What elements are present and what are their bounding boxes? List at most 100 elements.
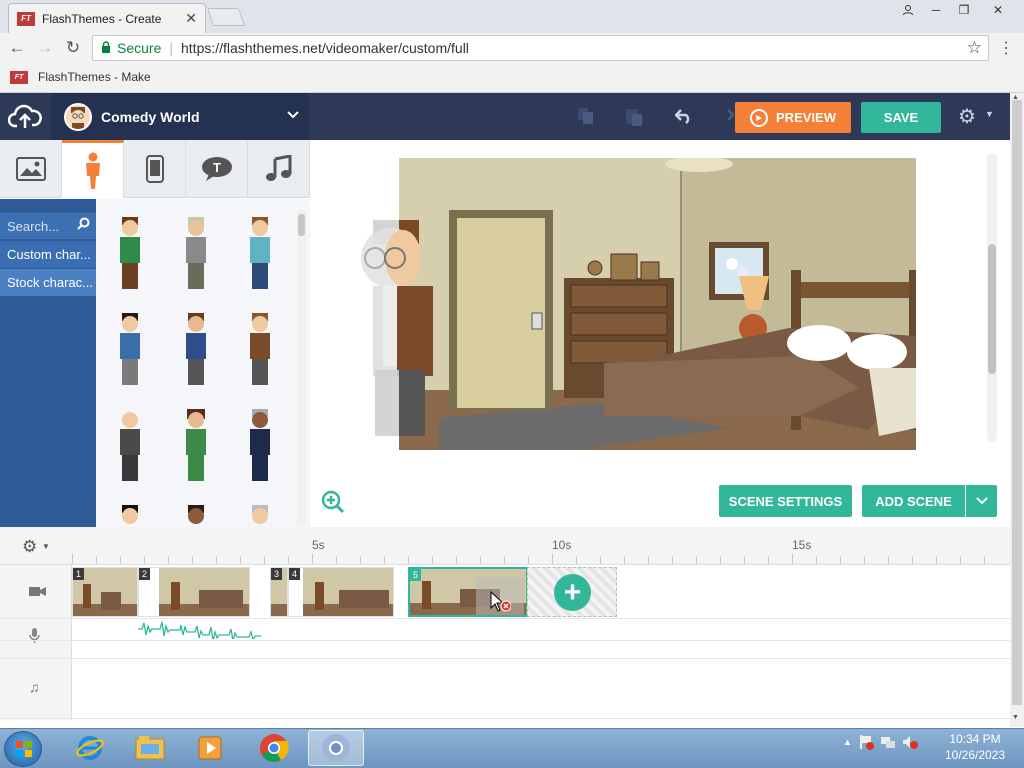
tab-text[interactable]: T (186, 140, 248, 198)
add-scene-dropdown[interactable] (966, 485, 997, 517)
taskbar-item-chrome-active[interactable] (308, 730, 364, 766)
volume-muted-icon[interactable] (902, 734, 918, 750)
timeline-scene[interactable]: 3 (270, 567, 288, 617)
undo-icon[interactable] (672, 105, 696, 127)
character-grid (96, 199, 310, 527)
browser-toolbar: ← → ↻ Secure | https://flashthemes.net/v… (0, 33, 1024, 62)
redo-icon[interactable] (716, 105, 734, 127)
gear-icon[interactable]: ⚙ (22, 537, 37, 557)
theme-selector[interactable]: Comedy World (51, 93, 309, 140)
clock-date: 10/26/2023 (944, 748, 1006, 762)
audio-waveform[interactable] (138, 619, 270, 639)
character-thumbnail (252, 505, 268, 524)
tab-audio[interactable] (248, 140, 310, 198)
internet-explorer-icon (76, 736, 104, 760)
preview-button[interactable]: ▶ PREVIEW (735, 102, 851, 133)
address-separator: | (169, 40, 173, 56)
drag-cursor-icon (490, 591, 511, 612)
ruler-tick (768, 556, 769, 564)
bookmarks-bar: FT FlashThemes - Make (0, 62, 1024, 93)
tab-props[interactable] (124, 140, 186, 198)
phone-icon (145, 155, 164, 183)
timeline-scene[interactable]: 2 (138, 567, 250, 617)
timeline-ruler[interactable] (0, 527, 1010, 565)
network-icon[interactable] (880, 734, 896, 750)
caret-down-icon[interactable]: ▼ (985, 109, 994, 119)
tab-backgrounds[interactable] (0, 140, 62, 198)
save-button[interactable]: SAVE (861, 102, 941, 133)
bookmark-item[interactable]: FlashThemes - Make (38, 70, 151, 84)
copy-icon[interactable] (574, 105, 598, 127)
video-camera-icon (29, 584, 46, 600)
taskbar-item-chrome[interactable] (246, 730, 302, 766)
scene-stage[interactable] (399, 158, 916, 450)
scroll-down-icon[interactable]: ▼ (1012, 714, 1019, 721)
user-icon[interactable] (894, 0, 922, 20)
star-icon[interactable]: ☆ (967, 38, 982, 58)
reload-icon[interactable]: ↻ (62, 37, 84, 59)
paste-icon[interactable] (622, 105, 646, 127)
asset-tabs: T (0, 140, 310, 198)
ruler-tick (744, 556, 745, 564)
tab-characters[interactable] (62, 140, 124, 198)
tick-label: 5s (312, 538, 325, 552)
new-tab-button[interactable] (206, 8, 246, 26)
close-window-icon[interactable]: ✕ (978, 0, 1018, 20)
ruler-tick (720, 556, 721, 564)
flag-icon[interactable] (858, 734, 874, 750)
taskbar-item-ie[interactable] (62, 730, 118, 766)
stage-character[interactable] (353, 220, 435, 436)
stage-scrollbar-thumb[interactable] (988, 244, 996, 374)
character-scrollbar-thumb[interactable] (298, 214, 305, 236)
add-scene-button[interactable]: ADD SCENE (862, 485, 965, 517)
timeline-scene[interactable]: 1 (72, 567, 138, 617)
track-divider (0, 658, 1010, 659)
chrome-icon (322, 734, 350, 762)
search-icon[interactable] (77, 217, 90, 233)
add-scene-drop-icon[interactable]: + (554, 574, 591, 611)
cloud-upload-icon[interactable] (8, 102, 42, 130)
ruler-tick (624, 556, 625, 564)
menu-dots-icon[interactable]: ⋮ (998, 38, 1014, 58)
scene-settings-button[interactable]: SCENE SETTINGS (719, 485, 852, 517)
sidebar-item-stock-characters[interactable]: Stock charac... (0, 269, 96, 296)
sidebar-item-custom-characters[interactable]: Custom char... (0, 241, 96, 268)
character-scrollbar[interactable] (297, 210, 306, 526)
tray-expand-icon[interactable]: ▲ (843, 737, 852, 747)
character-thumbnail (250, 217, 270, 289)
character-thumbnail (250, 409, 270, 481)
ruler-tick (480, 556, 481, 564)
tab-close-icon[interactable]: ✕ (185, 10, 197, 27)
back-arrow-icon[interactable]: ← (6, 37, 28, 59)
forward-arrow-icon[interactable]: → (34, 37, 56, 59)
browser-tab[interactable]: FT FlashThemes - Create ✕ (8, 3, 206, 33)
clock-time: 10:34 PM (949, 732, 1001, 746)
timeline-scene[interactable]: 4 (288, 567, 394, 617)
theme-name: Comedy World (101, 108, 200, 125)
chrome-icon (260, 734, 289, 762)
ruler-tick (264, 556, 265, 564)
category-sidebar: Search... Custom char... Stock charac... (0, 199, 96, 527)
caret-down-icon[interactable]: ▼ (42, 542, 50, 551)
play-icon: ▶ (750, 108, 769, 127)
taskbar-item-media-player[interactable] (182, 730, 238, 766)
minimize-icon[interactable]: ─ (922, 0, 950, 20)
preview-label: PREVIEW (776, 110, 836, 125)
avatar (64, 102, 92, 131)
page-scrollbar-thumb[interactable] (1012, 100, 1022, 705)
svg-text:T: T (213, 160, 221, 175)
zoom-in-icon[interactable] (321, 490, 345, 519)
taskbar-clock[interactable]: 10:34 PM 10/26/2023 (935, 731, 1015, 763)
character-thumbnails[interactable] (96, 199, 310, 527)
ruler-tick (168, 556, 169, 564)
gear-icon[interactable]: ⚙ (958, 104, 976, 129)
address-bar[interactable]: Secure | https://flashthemes.net/videoma… (92, 35, 989, 61)
scroll-up-icon[interactable]: ▲ (1012, 94, 1019, 101)
ruler-tick (192, 556, 193, 564)
taskbar-item-explorer[interactable] (122, 730, 178, 766)
start-button[interactable] (4, 731, 42, 767)
ruler-tick (504, 556, 505, 564)
restore-icon[interactable]: ❐ (950, 0, 978, 20)
ruler-tick (648, 556, 649, 564)
character-thumbnail (120, 217, 140, 289)
